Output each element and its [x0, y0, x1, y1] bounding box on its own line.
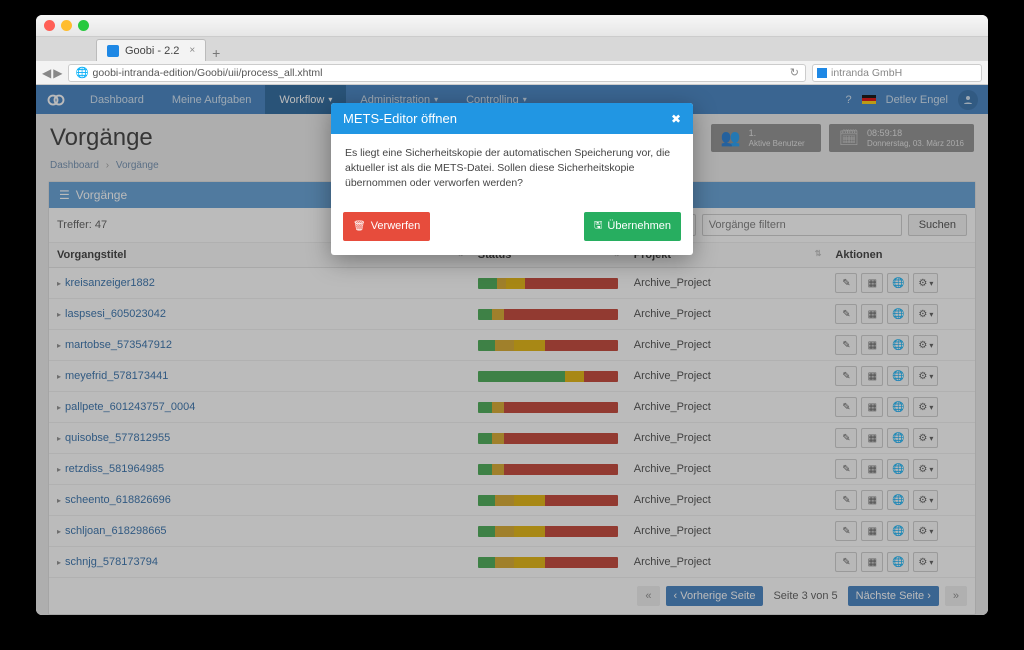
nav-arrows: ◀ ▶ — [42, 66, 62, 80]
zoom-icon[interactable] — [78, 20, 89, 31]
globe-icon: 🌐 — [75, 66, 88, 79]
page: DashboardMeine AufgabenWorkflow ▾Adminis… — [36, 85, 988, 615]
url-input[interactable]: 🌐 goobi-intranda-edition/Goobi/uii/proce… — [68, 64, 806, 82]
modal-dialog: METS-Editor öffnen ✖ Es liegt eine Siche… — [331, 103, 693, 255]
reload-icon[interactable]: ↻ — [790, 66, 799, 79]
browser-window: Goobi - 2.2 × + ◀ ▶ 🌐 goobi-intranda-edi… — [36, 15, 988, 615]
tab-close-icon[interactable]: × — [189, 45, 195, 56]
tab-active[interactable]: Goobi - 2.2 × — [96, 39, 206, 61]
new-tab-button[interactable]: + — [206, 45, 226, 61]
trash-icon: 🗑 — [353, 221, 366, 232]
modal-body: Es liegt eine Sicherheitskopie der autom… — [331, 134, 693, 204]
tab-title: Goobi - 2.2 — [125, 45, 179, 57]
browser-search[interactable]: intranda GmbH — [812, 64, 982, 82]
modal-footer: 🗑 Verwerfen 🖫 Übernehmen — [331, 204, 693, 255]
modal-header: METS-Editor öffnen ✖ — [331, 103, 693, 134]
search-provider-icon — [817, 68, 827, 78]
tab-strip: Goobi - 2.2 × + — [36, 37, 988, 61]
back-icon[interactable]: ◀ — [42, 66, 51, 80]
url-text: goobi-intranda-edition/Goobi/uii/process… — [93, 67, 323, 79]
search-placeholder: intranda GmbH — [831, 67, 902, 79]
toolbar: ◀ ▶ 🌐 goobi-intranda-edition/Goobi/uii/p… — [36, 61, 988, 85]
save-icon: 🖫 — [594, 218, 603, 235]
discard-button[interactable]: 🗑 Verwerfen — [343, 212, 430, 241]
modal-title: METS-Editor öffnen — [343, 111, 457, 126]
titlebar — [36, 15, 988, 37]
minimize-icon[interactable] — [61, 20, 72, 31]
accept-button[interactable]: 🖫 Übernehmen — [584, 212, 681, 241]
close-icon[interactable] — [44, 20, 55, 31]
favicon-icon — [107, 45, 119, 57]
close-icon[interactable]: ✖ — [671, 112, 681, 126]
forward-icon[interactable]: ▶ — [53, 66, 62, 80]
